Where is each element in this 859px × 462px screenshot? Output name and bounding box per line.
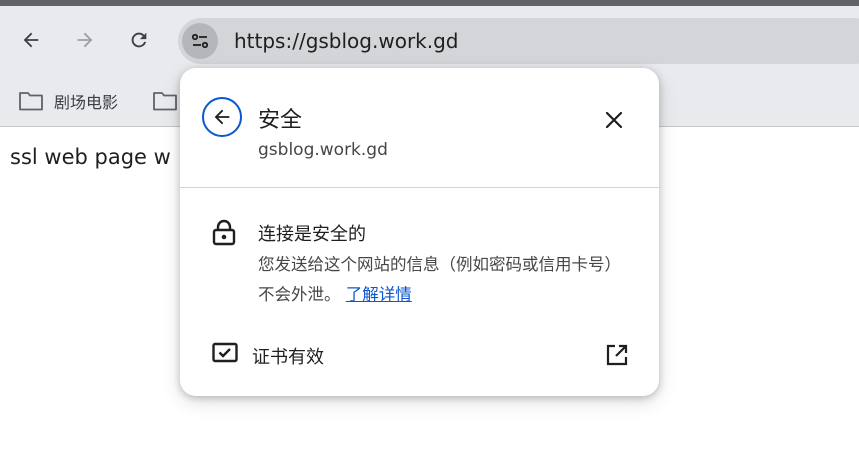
browser-toolbar: https://gsblog.work.gd	[0, 6, 859, 76]
page-body-text: ssl web page w	[10, 145, 171, 169]
address-bar[interactable]: https://gsblog.work.gd	[178, 18, 859, 64]
connection-description-text: 您发送给这个网站的信息（例如密码或信用卡号）不会外泄。	[258, 255, 621, 304]
reload-button[interactable]	[125, 26, 153, 54]
popup-title: 安全	[258, 108, 303, 133]
open-in-new-icon[interactable]	[605, 343, 629, 367]
forward-button[interactable]	[71, 26, 99, 54]
site-info-button[interactable]	[182, 23, 218, 59]
bookmark-folder-theater-movies[interactable]: 剧场电影	[18, 86, 118, 116]
connection-description: 您发送给这个网站的信息（例如密码或信用卡号）不会外泄。 了解详情	[258, 250, 633, 310]
folder-icon	[153, 92, 177, 111]
close-icon	[605, 111, 623, 129]
back-button[interactable]	[17, 26, 45, 54]
learn-more-link[interactable]: 了解详情	[346, 285, 412, 304]
bookmark-label: 剧场电影	[54, 93, 119, 112]
popup-host: gsblog.work.gd	[258, 140, 388, 160]
site-info-popup: 安全 gsblog.work.gd 连接是安全的 您发送给这个网站的信息（例如密…	[180, 68, 659, 396]
arrow-left-icon	[23, 32, 39, 48]
popup-back-button[interactable]	[202, 97, 242, 137]
folder-icon	[19, 92, 43, 111]
reload-icon	[131, 32, 147, 48]
arrow-right-icon	[77, 32, 93, 48]
circle-arrow-left-icon	[214, 109, 230, 125]
tune-icon	[191, 33, 209, 49]
certificate-row[interactable]: 证书有效	[200, 333, 640, 377]
lock-icon	[210, 218, 238, 250]
certificate-label: 证书有效	[252, 347, 324, 368]
close-button[interactable]	[598, 104, 630, 136]
certificate-icon	[212, 342, 238, 363]
popup-divider	[180, 187, 659, 188]
url-text[interactable]: https://gsblog.work.gd	[234, 29, 459, 53]
connection-status-title: 连接是安全的	[258, 224, 366, 245]
bookmark-folder[interactable]	[152, 86, 178, 116]
